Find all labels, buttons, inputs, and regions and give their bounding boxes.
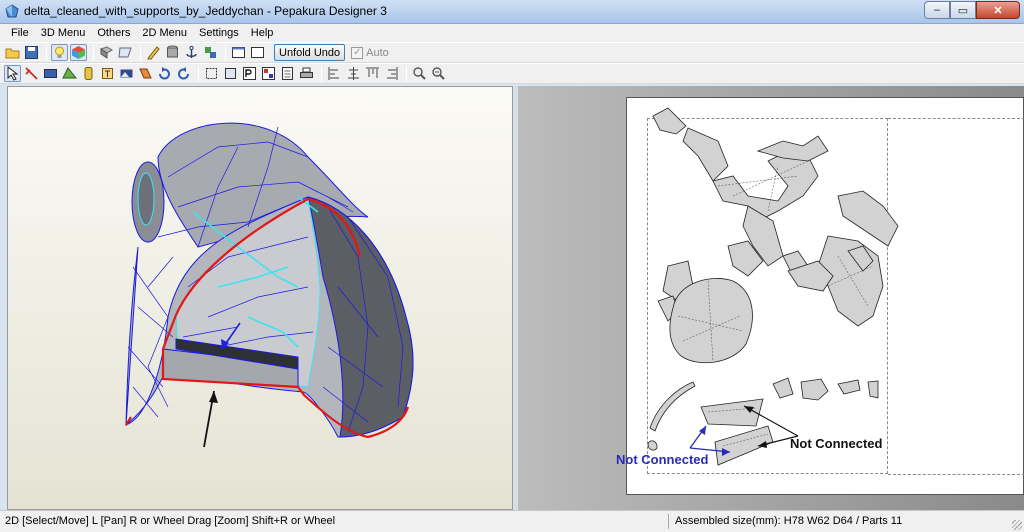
anchor-icon[interactable]: [183, 44, 200, 61]
menu-file[interactable]: File: [6, 27, 36, 39]
texture-icon[interactable]: [70, 44, 87, 61]
close-button[interactable]: ✕: [976, 1, 1020, 19]
rotate-icon[interactable]: [98, 44, 115, 61]
resize-grip-icon[interactable]: [1012, 520, 1022, 530]
layout-icon[interactable]: [260, 65, 277, 82]
flap-icon[interactable]: [61, 65, 78, 82]
3d-view[interactable]: [7, 86, 513, 510]
pencil-icon[interactable]: [145, 44, 162, 61]
align-top-icon[interactable]: [364, 65, 381, 82]
not-connected-label: Not Connected: [790, 436, 883, 451]
lightbulb-icon[interactable]: [51, 44, 68, 61]
status-mode-hint: 2D [Select/Move] L [Pan] R or Wheel Drag…: [5, 515, 336, 527]
title-bar: delta_cleaned_with_supports_by_Jeddychan…: [0, 0, 1024, 24]
page-icon[interactable]: [230, 44, 247, 61]
status-assembled-size: Assembled size(mm): H78 W62 D64 / Parts …: [675, 515, 903, 527]
auto-checkbox[interactable]: ✓ Auto: [351, 46, 389, 59]
select-icon[interactable]: [4, 65, 21, 82]
menu-bar: File 3D Menu Others 2D Menu Settings Hel…: [0, 24, 1024, 42]
unfold-undo-button[interactable]: Unfold Undo: [274, 44, 346, 61]
menu-settings[interactable]: Settings: [194, 27, 246, 39]
status-bar: 2D [Select/Move] L [Pan] R or Wheel Drag…: [0, 510, 1024, 532]
image-icon[interactable]: [118, 65, 135, 82]
fold-icon[interactable]: [137, 65, 154, 82]
maximize-button[interactable]: ▭: [950, 1, 976, 19]
page-number-icon[interactable]: [241, 65, 258, 82]
auto-label: Auto: [366, 46, 389, 59]
menu-2d[interactable]: 2D Menu: [137, 27, 194, 39]
zoom-out-icon[interactable]: [430, 65, 447, 82]
align-right-icon[interactable]: [383, 65, 400, 82]
cylinder-icon[interactable]: [164, 44, 181, 61]
2d-view[interactable]: Not Connected Not Connected: [518, 86, 1024, 510]
minimize-button[interactable]: –: [924, 1, 950, 19]
settings-icon[interactable]: [279, 65, 296, 82]
menu-others[interactable]: Others: [92, 27, 137, 39]
window-controls: – ▭ ✕: [924, 1, 1020, 19]
join-icon[interactable]: [202, 44, 219, 61]
frame-alt-icon[interactable]: [222, 65, 239, 82]
toolbar-main: Unfold Undo ✓ Auto: [0, 42, 1024, 63]
2d-pattern-parts[interactable]: [518, 86, 1024, 510]
not-connected-label-blue: Not Connected: [616, 452, 709, 467]
open-icon[interactable]: [4, 44, 21, 61]
checkmark-icon: ✓: [351, 46, 364, 59]
rotate-ccw-icon[interactable]: [175, 65, 192, 82]
rotate-part-icon[interactable]: [156, 65, 173, 82]
align-center-icon[interactable]: [345, 65, 362, 82]
window-title: delta_cleaned_with_supports_by_Jeddychan…: [24, 4, 387, 18]
zoom-in-icon[interactable]: [411, 65, 428, 82]
menu-3d[interactable]: 3D Menu: [36, 27, 93, 39]
edge-icon[interactable]: [23, 65, 40, 82]
menu-help[interactable]: Help: [246, 27, 281, 39]
save-icon[interactable]: [23, 44, 40, 61]
text-icon[interactable]: [99, 65, 116, 82]
color-icon[interactable]: [80, 65, 97, 82]
print-icon[interactable]: [298, 65, 315, 82]
paper-icon[interactable]: [117, 44, 134, 61]
film-icon[interactable]: [42, 65, 59, 82]
align-left-icon[interactable]: [326, 65, 343, 82]
page-alt-icon[interactable]: [249, 44, 266, 61]
3d-helmet-model[interactable]: [8, 87, 514, 511]
pepakura-app-icon: [5, 4, 19, 18]
toolbar-2d: [0, 63, 1024, 84]
frame-icon[interactable]: [203, 65, 220, 82]
